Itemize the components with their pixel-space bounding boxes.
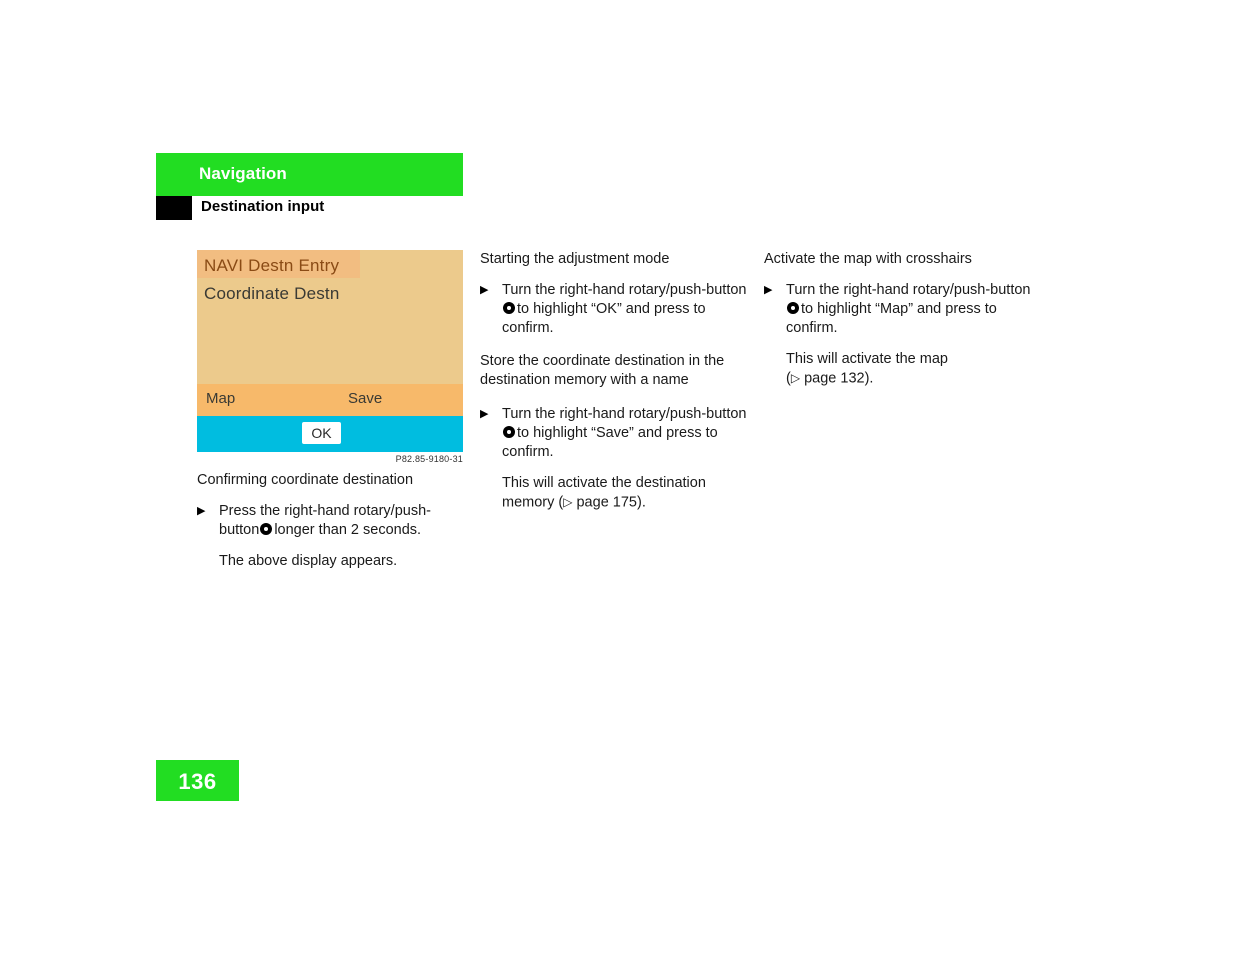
heading-activate-map-crosshairs: Activate the map with crosshairs — [764, 251, 972, 267]
step-bullet-icon: ▶ — [197, 505, 206, 517]
figure-caption: Confirming coordinate destination — [197, 472, 414, 488]
navi-screen: NAVI Destn Entry Coordinate Destn Map Sa… — [197, 250, 463, 452]
page-ref-triangle-icon: ▷ — [790, 371, 801, 385]
page-reference-link[interactable]: page 175 — [572, 494, 637, 510]
navi-softkey-bar: Map Save — [197, 384, 463, 416]
note-text-after: ). — [864, 370, 874, 387]
step-highlight-save: ▶ Turn the right-hand rotary/push-button t… — [480, 405, 748, 462]
rotary-push-knob-icon — [503, 425, 515, 438]
navi-softkey-map[interactable]: Map — [206, 390, 235, 407]
chapter-bar: Navigation — [156, 153, 463, 196]
figure-reference-code: P82.85-9180-31 — [395, 454, 463, 464]
note-activate-map: This will activate the map (▷ page 132). — [764, 350, 1032, 389]
navi-ok-bar: OK — [197, 416, 463, 452]
note-display-appears: The above display appears. — [219, 553, 398, 569]
step-highlight-ok: ▶ Turn the right-hand rotary/push-button t… — [480, 281, 748, 338]
rotary-push-knob-icon — [260, 523, 273, 535]
step-text-before: Turn the right-hand rotary/push-button — [502, 282, 747, 298]
note-line-1: This will activate the map — [786, 351, 948, 367]
page-number: 136 — [178, 769, 217, 794]
page-number-box: 136 — [156, 760, 239, 801]
step-text-after: to highlight “OK” and press to confirm. — [502, 301, 706, 336]
rotary-push-knob-icon — [787, 302, 799, 314]
section-marker-square — [156, 196, 192, 220]
step-text-before: Turn the right-hand rotary/push-button — [786, 282, 1031, 298]
navi-screen-title: NAVI Destn Entry — [204, 256, 340, 275]
step-text-after: to highlight “Map” and press to confirm. — [786, 301, 997, 336]
navi-display-figure: NAVI Destn Entry Coordinate Destn Map Sa… — [197, 250, 463, 464]
heading-starting-adjustment-mode: Starting the adjustment mode — [480, 251, 670, 267]
navi-ok-button[interactable]: OK — [302, 422, 341, 444]
step-text-before: Turn the right-hand rotary/push-button — [502, 405, 747, 422]
heading-store-coordinate-destination: Store the coordinate destination in the … — [480, 353, 725, 388]
step-bullet-icon: ▶ — [480, 284, 489, 296]
navi-softkey-save[interactable]: Save — [348, 390, 382, 407]
step-text-after: longer than 2 seconds. — [274, 522, 422, 538]
note-destination-memory: This will activate the destination memor… — [480, 474, 748, 513]
column-left: NAVI Destn Entry Coordinate Destn Map Sa… — [197, 250, 463, 571]
section-title: Destination input — [201, 198, 325, 215]
page-reference-link[interactable]: page 132 — [800, 371, 865, 387]
rotary-push-knob-icon — [503, 302, 515, 314]
step-bullet-icon: ▶ — [480, 407, 489, 420]
column-right: Activate the map with crosshairs ▶ Turn t… — [764, 250, 1032, 389]
step-text-after: to highlight “Save” and press to confirm… — [502, 424, 718, 460]
step-bullet-icon: ▶ — [764, 284, 773, 296]
chapter-title: Navigation — [199, 164, 287, 183]
column-middle: Starting the adjustment mode ▶ Turn the r… — [480, 250, 748, 512]
navi-screen-subtitle: Coordinate Destn — [204, 284, 340, 303]
section-row: Destination input — [156, 196, 463, 221]
navi-ok-button-label: OK — [311, 425, 332, 441]
page-header: Navigation Destination input — [156, 153, 463, 221]
note-text-after: ). — [636, 494, 646, 510]
step-press-rotary: ▶ Press the right-hand rotary/push-button… — [197, 502, 463, 540]
step-highlight-map: ▶ Turn the right-hand rotary/push-button t… — [764, 281, 1032, 338]
